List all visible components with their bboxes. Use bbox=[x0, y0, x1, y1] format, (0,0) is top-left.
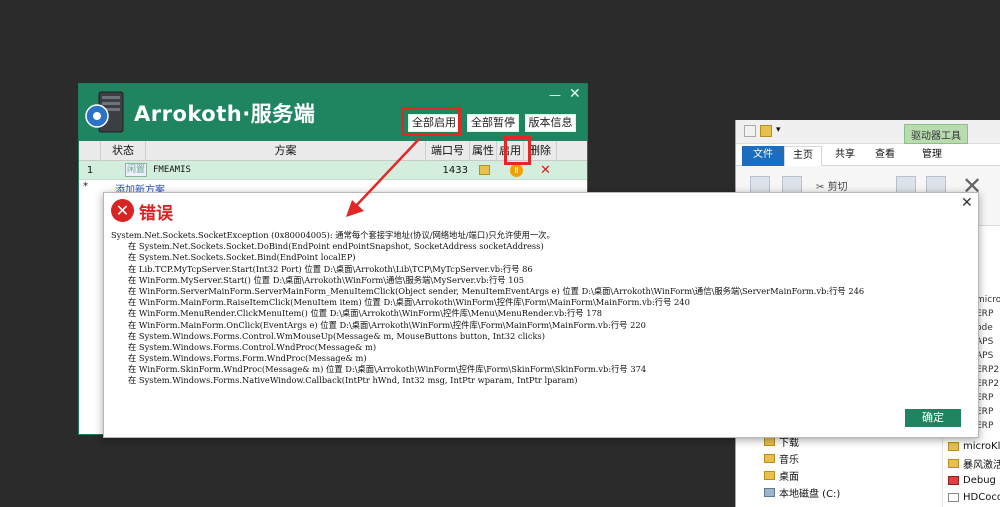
tree-item-label: 本地磁盘 (C:) bbox=[779, 489, 841, 500]
new-row-marker: * bbox=[83, 181, 88, 192]
tab-view[interactable]: 查看 bbox=[868, 146, 902, 166]
header-status[interactable]: 状态 bbox=[101, 141, 146, 161]
app-title: Arrokoth·服务端 bbox=[134, 102, 316, 126]
ok-button[interactable]: 确定 bbox=[905, 409, 961, 427]
list-item[interactable]: ERP bbox=[976, 407, 1000, 421]
folder-icon bbox=[948, 459, 959, 468]
close-button[interactable]: ✕ bbox=[569, 86, 581, 102]
version-info-button[interactable]: 版本信息 bbox=[525, 114, 576, 132]
file-name: HDCoco bbox=[963, 492, 1000, 503]
trace-line: 在 System.Net.Sockets.Socket.Bind(EndPoin… bbox=[128, 252, 356, 263]
table-header: 状态 方案 端口号 属性 启用 删除 bbox=[79, 141, 587, 161]
pause-all-button[interactable]: 全部暂停 bbox=[467, 114, 519, 132]
tree-item-music[interactable]: 音乐 bbox=[764, 450, 840, 467]
quick-access-toolbar: ▾ bbox=[744, 125, 788, 137]
tree-item-drive-c[interactable]: 本地磁盘 (C:) bbox=[764, 484, 840, 501]
tree-item-label: 音乐 bbox=[779, 455, 799, 466]
trace-line: 在 WinForm.SkinForm.WndProc(Message& m) 位… bbox=[128, 364, 647, 375]
list-item[interactable]: ode bbox=[976, 323, 1000, 337]
scheme-table: 状态 方案 端口号 属性 启用 删除 1 闲置 FMEAMIS 1433 Ⅱ ✕… bbox=[79, 141, 587, 196]
list-item[interactable]: ERP2 bbox=[976, 379, 1000, 393]
list-item[interactable]: APS bbox=[976, 351, 1000, 365]
enable-icon[interactable]: Ⅱ bbox=[510, 164, 523, 177]
list-item[interactable]: microKl bbox=[948, 438, 1000, 455]
folder-icon bbox=[764, 454, 775, 463]
list-item[interactable]: ERP bbox=[976, 421, 1000, 435]
drive-icon bbox=[764, 488, 775, 497]
trace-line: 在 WinForm.MenuRender.ClickMenuItem() 位置 … bbox=[128, 308, 603, 319]
header-enable[interactable]: 启用 bbox=[497, 141, 524, 161]
delete-icon[interactable]: ✕ bbox=[540, 161, 551, 180]
file-name: 暴风激活 bbox=[963, 460, 1000, 471]
trace-line: 在 WinForm.MainForm.RaiseItemClick(MenuIt… bbox=[128, 297, 690, 308]
tree-item-label: 桌面 bbox=[779, 472, 799, 483]
file-list: microKl 暴风激活 Debug HDCoco bbox=[948, 438, 1000, 506]
dialog-title: 错误 bbox=[139, 204, 173, 224]
folder-icon bbox=[948, 442, 959, 451]
minimize-button[interactable]: — bbox=[549, 88, 561, 102]
properties-icon[interactable] bbox=[744, 125, 756, 137]
file-name: microKl bbox=[963, 441, 1000, 452]
file-name: Debug bbox=[963, 475, 996, 486]
trace-line: 在 System.Windows.Forms.Form.WndProc(Mess… bbox=[128, 353, 367, 364]
port-number[interactable]: 1433 bbox=[434, 161, 468, 180]
header-rownum bbox=[79, 141, 101, 161]
file-list-fragment: microK ERP ode APS APS ERP2 ERP2 ERP ERP… bbox=[976, 295, 1000, 435]
tab-file[interactable]: 文件 bbox=[742, 146, 784, 166]
tab-manage[interactable]: 管理 bbox=[912, 146, 952, 166]
header-scheme[interactable]: 方案 bbox=[146, 141, 426, 161]
drive-tools-tab[interactable]: 驱动器工具 bbox=[904, 124, 968, 144]
trace-line: 在 WinForm.MyServer.Start() 位置 D:\桌面\Arro… bbox=[128, 274, 525, 285]
explorer-titlebar: ▾ 驱动器工具 bbox=[736, 120, 1000, 144]
error-icon: ✕ bbox=[111, 199, 134, 222]
tab-share[interactable]: 共享 bbox=[828, 146, 862, 166]
trace-line: 在 System.Windows.Forms.Control.WmMouseUp… bbox=[128, 330, 546, 341]
trace-line: 在 System.Windows.Forms.NativeWindow.Call… bbox=[128, 375, 578, 386]
header-properties[interactable]: 属性 bbox=[470, 141, 497, 161]
trace-line: 在 System.Windows.Forms.Control.WndProc(M… bbox=[128, 341, 377, 352]
list-item[interactable]: ERP bbox=[976, 309, 1000, 323]
list-item[interactable]: Debug bbox=[948, 472, 1000, 489]
row-number: 1 bbox=[86, 165, 94, 176]
header-port[interactable]: 端口号 bbox=[426, 141, 470, 161]
folder-icon bbox=[764, 437, 775, 446]
properties-icon[interactable] bbox=[479, 165, 490, 175]
folder-icon[interactable] bbox=[760, 125, 772, 137]
status-badge: 闲置 bbox=[125, 163, 147, 177]
table-row[interactable]: 1 闲置 FMEAMIS 1433 Ⅱ ✕ bbox=[79, 161, 587, 180]
scheme-name[interactable]: FMEAMIS bbox=[153, 161, 191, 180]
list-item[interactable]: ERP bbox=[976, 393, 1000, 407]
stack-trace: System.Net.Sockets.SocketException (0x80… bbox=[111, 230, 977, 387]
app-header: Arrokoth·服务端 — ✕ 全部启用 全部暂停 版本信息 bbox=[79, 84, 587, 141]
navigation-tree: 下载 音乐 桌面 本地磁盘 (C:) bbox=[764, 433, 840, 501]
trace-line: 在 WinForm.MainForm.OnClick(EventArgs e) … bbox=[128, 319, 646, 330]
file-icon bbox=[948, 493, 959, 502]
ribbon-tabs: 文件 主页 共享 查看 管理 bbox=[736, 144, 1000, 166]
start-all-button[interactable]: 全部启用 bbox=[408, 114, 460, 132]
trace-line: System.Net.Sockets.SocketException (0x80… bbox=[111, 230, 555, 240]
dialog-close-button[interactable]: ✕ bbox=[961, 195, 973, 211]
error-dialog: ✕ 错误 ✕ System.Net.Sockets.SocketExceptio… bbox=[103, 192, 979, 438]
tab-home[interactable]: 主页 bbox=[784, 146, 822, 166]
dropdown-icon[interactable]: ▾ bbox=[776, 125, 788, 137]
cut-button[interactable]: ✂ 剪切 bbox=[816, 178, 848, 193]
list-item[interactable]: microK bbox=[976, 295, 1000, 309]
list-item[interactable]: ERP2 bbox=[976, 365, 1000, 379]
folder-icon bbox=[764, 471, 775, 480]
trace-line: 在 System.Net.Sockets.Socket.DoBind(EndPo… bbox=[128, 241, 544, 252]
server-gear-icon bbox=[85, 91, 124, 133]
list-item[interactable]: HDCoco bbox=[948, 489, 1000, 506]
tree-item-desktop[interactable]: 桌面 bbox=[764, 467, 840, 484]
trace-line: 在 WinForm.ServerMainForm.ServerMainForm_… bbox=[128, 285, 865, 296]
trace-line: 在 Lib.TCP.MyTcpServer.Start(Int32 Port) … bbox=[128, 263, 533, 274]
header-delete[interactable]: 删除 bbox=[524, 141, 557, 161]
list-item[interactable]: APS bbox=[976, 337, 1000, 351]
list-item[interactable]: 暴风激活 bbox=[948, 455, 1000, 472]
app-icon bbox=[948, 476, 959, 485]
